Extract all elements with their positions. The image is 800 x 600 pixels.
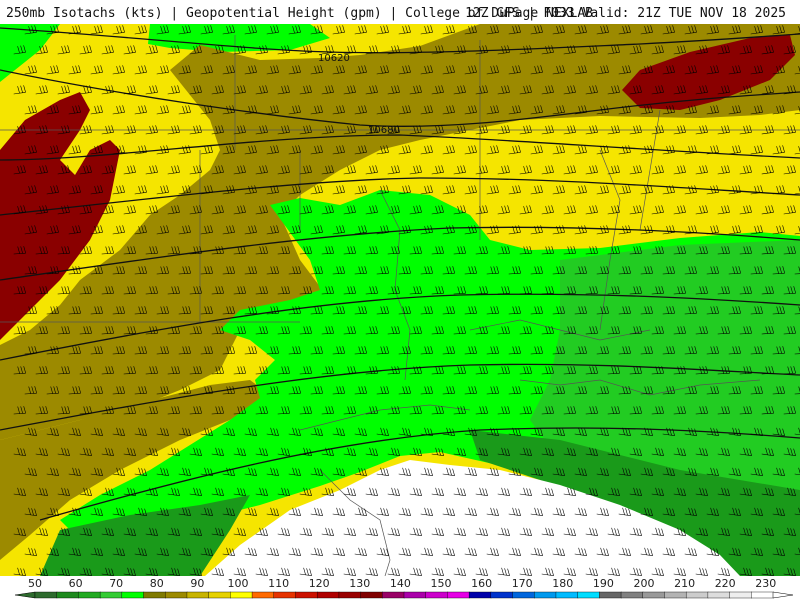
legend-swatch <box>577 591 600 599</box>
legend-swatch <box>360 591 383 599</box>
legend-label-100: 100 <box>228 577 249 590</box>
legend-swatch <box>143 591 166 599</box>
legend-label-210: 210 <box>674 577 695 590</box>
legend-label-180: 180 <box>552 577 573 590</box>
legend-swatch <box>447 591 470 599</box>
legend-swatch <box>78 591 101 599</box>
legend-swatch <box>685 591 709 599</box>
legend-label-150: 150 <box>431 577 452 590</box>
legend-swatch <box>751 591 774 599</box>
legend-label-90: 90 <box>190 577 204 590</box>
legend-label-80: 80 <box>150 577 164 590</box>
legend-swatch <box>468 591 492 599</box>
legend-swatch <box>382 591 405 599</box>
legend-swatch <box>186 591 210 599</box>
legend-label-140: 140 <box>390 577 411 590</box>
legend-swatch <box>555 591 579 599</box>
legend-label-170: 170 <box>512 577 533 590</box>
legend-swatch <box>403 591 427 599</box>
legend-label-120: 120 <box>309 577 330 590</box>
legend-swatch <box>273 591 297 599</box>
legend-label-220: 220 <box>715 577 736 590</box>
legend-swatch <box>599 591 622 599</box>
map-header: 250mb Isotachs (kts) | Geopotential Heig… <box>0 0 800 24</box>
legend-label-200: 200 <box>634 577 655 590</box>
legend-swatch <box>707 591 731 599</box>
legend-label-130: 130 <box>349 577 370 590</box>
legend-label-60: 60 <box>69 577 83 590</box>
legend-label-190: 190 <box>593 577 614 590</box>
legend-swatch <box>121 591 145 599</box>
legend-swatch <box>34 591 58 599</box>
legend-swatch <box>425 591 449 599</box>
legend-swatch <box>316 591 340 599</box>
legend-swatch <box>534 591 557 599</box>
legend-swatch <box>230 591 253 599</box>
legend-swatch <box>56 591 80 599</box>
legend-high-arrow <box>772 591 794 599</box>
legend-swatch <box>99 591 123 599</box>
legend-swatch <box>338 591 362 599</box>
legend-swatch <box>642 591 666 599</box>
contour-label-10620: 10620 <box>318 53 350 64</box>
isotach-color-legend: 50 60 70 80 90 100 110 120 130 140 150 160 170 180 190… <box>0 576 800 600</box>
legend-label-160: 160 <box>471 577 492 590</box>
legend-swatch <box>295 591 318 599</box>
legend-swatch <box>729 591 752 599</box>
legend-label-230: 230 <box>755 577 776 590</box>
model-run-info: 12Z GFS | F033 Valid: 21Z TUE NOV 18 202… <box>465 6 786 21</box>
legend-swatch <box>251 591 275 599</box>
legend-label-70: 70 <box>109 577 123 590</box>
legend-swatch <box>664 591 687 599</box>
legend-swatch <box>620 591 644 599</box>
legend-label-50: 50 <box>28 577 42 590</box>
legend-swatch <box>208 591 231 599</box>
weather-map: 10620 10680 <box>0 24 800 576</box>
legend-swatch <box>512 591 535 599</box>
legend-swatch <box>165 591 188 599</box>
legend-swatch <box>490 591 514 599</box>
legend-label-110: 110 <box>268 577 289 590</box>
legend-low-arrow <box>14 591 36 599</box>
